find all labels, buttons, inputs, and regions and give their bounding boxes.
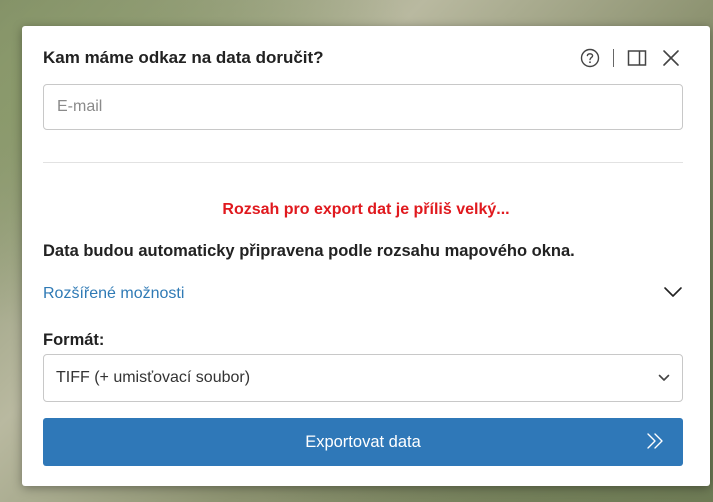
format-select[interactable]: TIFF (+ umisťovací soubor) [43, 354, 683, 402]
extent-warning: Rozsah pro export dat je příliš velký... [222, 201, 510, 218]
format-label: Formát: [43, 331, 105, 349]
dialog-header: Kam máme odkaz na data doručit? [43, 44, 682, 72]
extent-info: Data budou automaticky připravena podle … [43, 242, 575, 260]
dialog-title: Kam máme odkaz na data doručit? [43, 48, 324, 67]
select-chevron-icon [658, 369, 670, 387]
help-icon[interactable] [579, 47, 601, 69]
format-selected-value: TIFF (+ umisťovací soubor) [56, 369, 251, 386]
header-actions [579, 47, 682, 69]
close-icon[interactable] [660, 47, 682, 69]
double-chevron-right-icon [645, 431, 665, 456]
export-button-label: Exportovat data [305, 432, 421, 451]
export-button[interactable]: Exportovat data [43, 418, 683, 466]
dock-panel-icon[interactable] [626, 47, 648, 69]
chevron-down-icon[interactable] [663, 285, 683, 303]
header-separator [613, 49, 614, 67]
export-dialog: Kam máme odkaz na data doručit? Rozsah p… [22, 26, 710, 486]
divider [43, 162, 683, 163]
advanced-options-label[interactable]: Rozšířené možnosti [43, 285, 184, 303]
email-field[interactable] [43, 84, 683, 130]
advanced-options-toggle[interactable]: Rozšířené možnosti [43, 282, 683, 306]
